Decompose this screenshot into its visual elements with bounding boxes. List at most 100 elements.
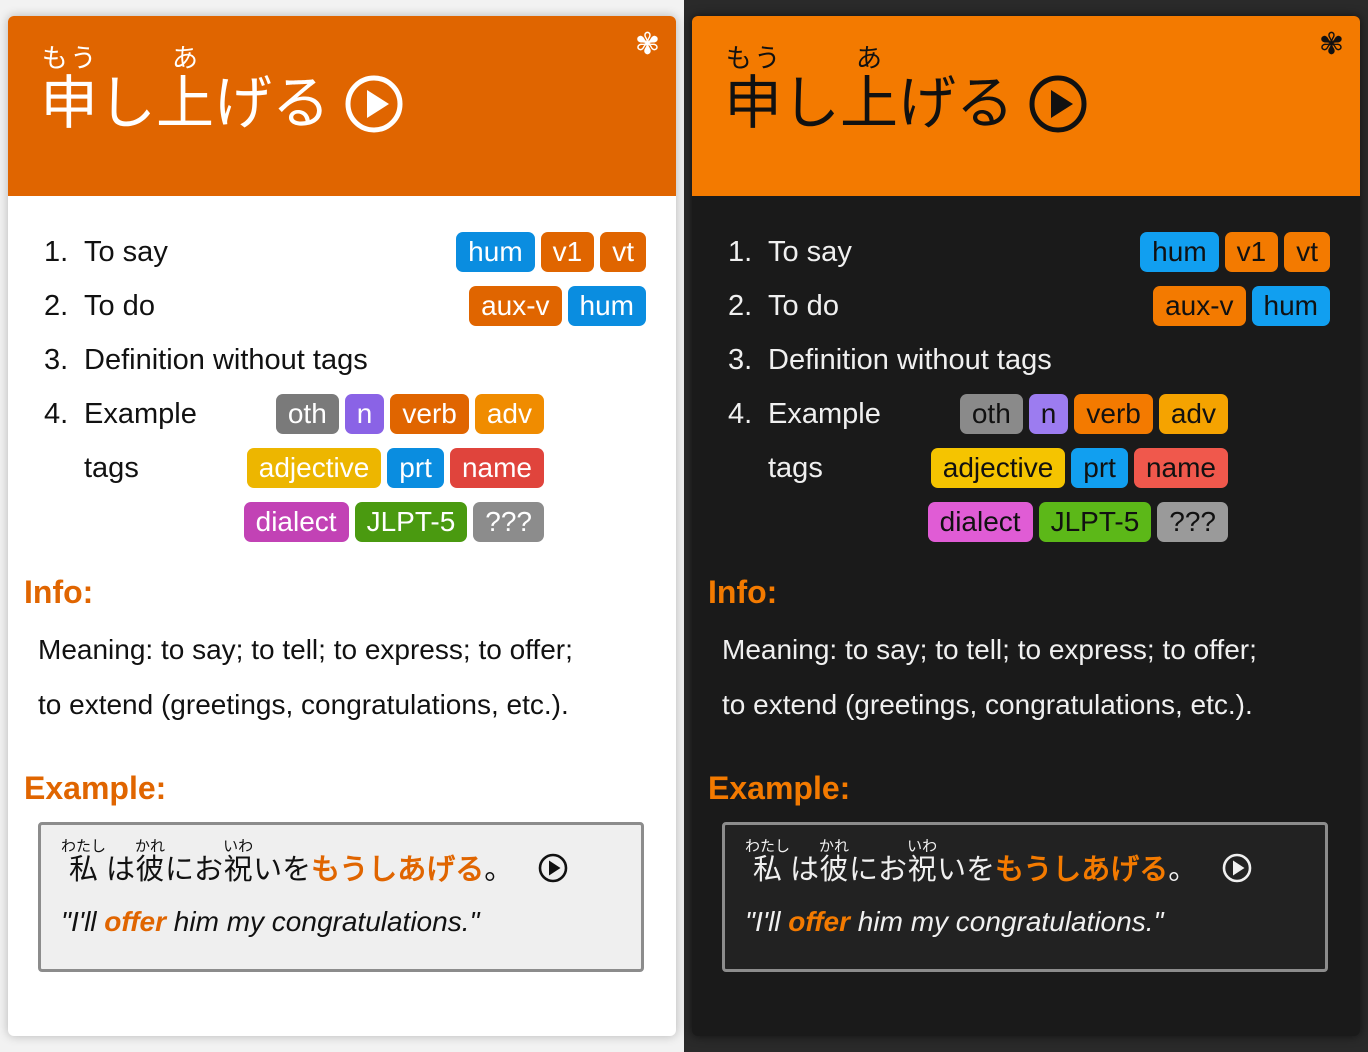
- definition-text: Example tags: [768, 398, 881, 484]
- word-kana: げる: [898, 69, 1015, 137]
- flower-icon[interactable]: ✾: [1319, 30, 1344, 60]
- example-translation: "I'll offer him my congratulations.": [745, 906, 1305, 938]
- word-kanji: 上あ: [156, 44, 215, 137]
- definition-item: 1. To say hum v1 vt: [24, 232, 646, 272]
- example-translation: "I'll offer him my congratulations.": [61, 906, 621, 938]
- sentence-highlight: もうしあげる: [995, 852, 1169, 886]
- tag-dialect: dialect: [927, 502, 1033, 542]
- tag-group: hum v1 vt: [456, 232, 646, 272]
- info-text: Meaning: to say; to tell; to express; to…: [722, 622, 1330, 732]
- tag-aux-v: aux-v: [1153, 286, 1246, 326]
- word-furigana: もう: [724, 44, 782, 74]
- vocab-word: 申もうし上あ げる: [724, 44, 1088, 137]
- tag-hum: hum: [1140, 232, 1219, 272]
- sentence-kana: にお: [849, 852, 908, 886]
- translation-text: him my congratulations.": [166, 906, 480, 937]
- sentence-kanji: 彼かれ: [135, 837, 166, 886]
- tag-oth: oth: [959, 394, 1023, 434]
- tag-name: name: [449, 448, 544, 488]
- translation-text: "I'll: [745, 906, 789, 937]
- definition-number: 2.: [44, 290, 69, 322]
- sentence-furigana: わたし: [61, 837, 107, 855]
- word-kanji: 申もう: [40, 44, 99, 137]
- sentence-kana: は: [106, 852, 136, 886]
- definition-text: To do: [768, 290, 839, 322]
- card-header: ✾ 申もうし上あ げる: [8, 16, 676, 196]
- sentence-end: 。: [484, 852, 514, 886]
- definition-text: To say: [768, 236, 852, 268]
- play-audio-icon[interactable]: [344, 74, 404, 134]
- tag-verb: verb: [1074, 394, 1153, 434]
- play-audio-icon[interactable]: [1028, 74, 1088, 134]
- translation-text: "I'll: [61, 906, 105, 937]
- definition-text: To do: [84, 290, 155, 322]
- sentence-furigana: いわ: [907, 837, 938, 855]
- sentence-furigana: いわ: [223, 837, 254, 855]
- definition-text: Example tags: [84, 398, 197, 484]
- tag-vt: vt: [600, 232, 646, 272]
- sentence-kanji: 私わたし: [745, 837, 791, 886]
- tag-adjective: adjective: [930, 448, 1066, 488]
- info-line: to extend (greetings, congratulations, e…: [722, 689, 1253, 720]
- tag-unknown: ???: [473, 502, 544, 542]
- sentence-kana: にお: [165, 852, 224, 886]
- definition-list: 1. To say hum v1 vt 2. To do aux-v hum 3…: [708, 232, 1330, 542]
- definition-number: 2.: [728, 290, 753, 322]
- word-furigana: あ: [156, 44, 215, 74]
- example-sentence: 私わたしは彼かれ にお 祝いわ いを もうしあげる。: [61, 837, 621, 884]
- tag-prt: prt: [1071, 448, 1128, 488]
- info-line: Meaning: to say; to tell; to express; to…: [722, 634, 1257, 665]
- definition-text: Definition without tags: [84, 344, 368, 376]
- tag-name: name: [1133, 448, 1228, 488]
- tag-v1: v1: [1224, 232, 1279, 272]
- tag-group: aux-v hum: [1153, 286, 1330, 326]
- word-kana: げる: [214, 69, 331, 137]
- word-kana: し: [98, 69, 157, 137]
- word-furigana: あ: [840, 44, 899, 74]
- tag-unknown: ???: [1157, 502, 1228, 542]
- tag-jlpt-5: JLPT-5: [354, 502, 468, 542]
- info-title: Info:: [708, 574, 778, 610]
- definition-item: 3. Definition without tags: [708, 340, 1330, 380]
- sentence-kanji: 彼かれ: [819, 837, 850, 886]
- tag-group: aux-v hum: [469, 286, 646, 326]
- tag-adv: adv: [1158, 394, 1228, 434]
- card-header: ✾ 申もうし上あ げる: [692, 16, 1360, 196]
- example-box: 私わたしは彼かれ にお 祝いわ いを もうしあげる。 "I'll offer him m…: [38, 822, 644, 972]
- word-kana: し: [782, 69, 841, 137]
- tag-group: oth n verb adv adjective prt name dialec…: [214, 394, 544, 542]
- flower-icon[interactable]: ✾: [635, 30, 660, 60]
- vocab-word: 申もうし上あ げる: [40, 44, 404, 137]
- card-light: ✾ 申もうし上あげる 1. To say hum v1 vt 2. To do: [8, 16, 676, 1036]
- sentence-furigana: わたし: [745, 837, 791, 855]
- tag-group: oth n verb adv adjective prt name dialec…: [898, 394, 1228, 542]
- info-text: Meaning: to say; to tell; to express; to…: [38, 622, 646, 732]
- word-kanji: 申もう: [724, 44, 783, 137]
- tag-oth: oth: [275, 394, 339, 434]
- definition-number: 3.: [728, 344, 753, 376]
- word-kanji: 上あ: [840, 44, 899, 137]
- card-dark: ✾ 申もうし上あげる 1. To say hum v1 vt 2. To do: [692, 16, 1360, 1036]
- definition-item: 2. To do aux-v hum: [708, 286, 1330, 326]
- sentence-kana: いを: [253, 852, 312, 886]
- definition-text: To say: [84, 236, 168, 268]
- sentence-kanji: 祝いわ: [907, 837, 938, 886]
- example-box: 私わたしは彼かれ にお 祝いわ いを もうしあげる。 "I'll offer him m…: [722, 822, 1328, 972]
- definition-item: 1. To say hum v1 vt: [708, 232, 1330, 272]
- translation-highlight: offer: [788, 906, 851, 937]
- sentence-furigana: かれ: [135, 837, 166, 855]
- translation-text: him my congratulations.": [850, 906, 1164, 937]
- tag-hum: hum: [1251, 286, 1330, 326]
- example-title: Example:: [24, 770, 167, 806]
- tag-hum: hum: [567, 286, 646, 326]
- example-sentence: 私わたしは彼かれ にお 祝いわ いを もうしあげる。: [745, 837, 1305, 884]
- sentence-highlight: もうしあげる: [311, 852, 485, 886]
- tag-vt: vt: [1284, 232, 1330, 272]
- info-line: to extend (greetings, congratulations, e…: [38, 689, 569, 720]
- play-sentence-icon[interactable]: [1221, 852, 1253, 884]
- tag-aux-v: aux-v: [469, 286, 562, 326]
- tag-n: n: [344, 394, 385, 434]
- play-sentence-icon[interactable]: [537, 852, 569, 884]
- sentence-furigana: かれ: [819, 837, 850, 855]
- tag-v1: v1: [540, 232, 595, 272]
